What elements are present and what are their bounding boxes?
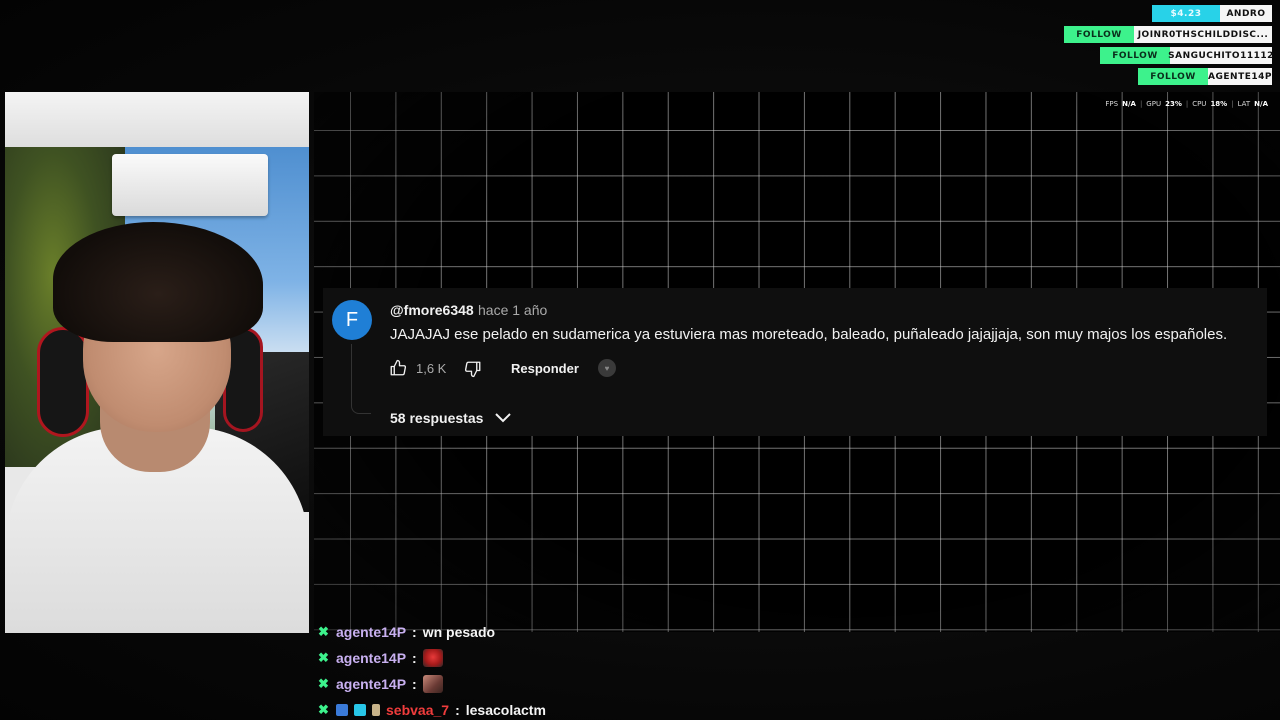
chat-message: ✖ sebvaa_7 : lesacolactm <box>318 700 546 720</box>
kick-badge-icon: ✖ <box>318 702 329 717</box>
commenter-avatar[interactable]: F <box>332 300 372 340</box>
like-count: 1,6 K <box>416 361 447 376</box>
follow-label: FOLLOW <box>1100 47 1170 64</box>
creator-heart-icon: ♥ <box>598 359 616 377</box>
chat-username[interactable]: agente14P <box>336 624 406 640</box>
chat-username[interactable]: agente14P <box>336 676 406 692</box>
cpu-value: 18% <box>1210 100 1228 108</box>
stats-separator: | <box>1139 100 1143 108</box>
lat-label: LAT <box>1237 100 1251 108</box>
follow-alert: FOLLOW AGENTE14P <box>1138 68 1272 85</box>
webcam-person-hair <box>53 222 263 342</box>
chat-separator: : <box>455 702 460 718</box>
follow-user: AGENTE14P <box>1208 68 1272 85</box>
donation-amount: $4.23 <box>1152 5 1220 22</box>
chat-message: ✖ agente14P : wn pesado <box>318 624 495 642</box>
webcam-feed <box>5 92 309 633</box>
gpu-value: 23% <box>1165 100 1182 108</box>
kick-badge-icon: ✖ <box>318 676 329 691</box>
chat-text: wn pesado <box>422 624 496 640</box>
comment-time[interactable]: hace 1 año <box>478 302 547 318</box>
follow-user: JOINR0THSCHILDDISC... <box>1134 26 1272 43</box>
chat-message: ✖ agente14P : <box>318 648 443 668</box>
cpu-label: CPU <box>1192 100 1207 108</box>
chat-separator: : <box>412 650 417 666</box>
chat-username[interactable]: sebvaa_7 <box>386 702 449 718</box>
kick-badge-icon: ✖ <box>318 650 329 665</box>
chat-text: lesacolactm <box>465 702 546 718</box>
performance-stats: FPS N/A | GPU 23% | CPU 18% | LAT N/A <box>1105 100 1268 108</box>
webcam-ceiling <box>5 92 309 152</box>
chat-username[interactable]: agente14P <box>336 650 406 666</box>
stream-chat: ✖ agente14P : wn pesado ✖ agente14P : ✖ … <box>318 624 818 720</box>
youtube-comment: F @fmore6348 hace 1 año JAJAJAJ ese pela… <box>323 288 1267 436</box>
chevron-down-icon <box>495 413 512 423</box>
webcam-headphone-left <box>37 327 89 437</box>
donation-user: ANDRO <box>1220 5 1272 22</box>
stats-separator: | <box>1231 100 1234 108</box>
stats-separator: | <box>1185 100 1189 108</box>
alerts-overlay: $4.23 ANDRO FOLLOW JOINR0THSCHILDDISC...… <box>1052 5 1273 95</box>
chat-message: ✖ agente14P : <box>318 674 443 694</box>
replies-label: 58 respuestas <box>390 410 484 426</box>
fps-value: N/A <box>1122 100 1136 108</box>
kick-badge-icon: ✖ <box>318 624 329 639</box>
comment-text: JAJAJAJ ese pelado en sudamerica ya estu… <box>390 326 1228 343</box>
commenter-handle[interactable]: @fmore6348 <box>390 302 474 318</box>
follow-label: FOLLOW <box>1138 68 1208 85</box>
chat-separator: : <box>412 676 417 692</box>
emote-image <box>422 675 443 693</box>
cup-badge-icon <box>372 704 380 716</box>
webcam-air-conditioner <box>112 154 268 216</box>
emote-image <box>422 649 443 667</box>
view-replies-button[interactable]: 58 respuestas <box>390 410 512 426</box>
thread-line <box>351 344 371 414</box>
chat-separator: : <box>412 624 417 640</box>
follow-label: FOLLOW <box>1064 26 1134 43</box>
follow-alert: FOLLOW SANGUCHITO11112 <box>1100 47 1273 64</box>
gpu-label: GPU <box>1146 100 1162 108</box>
follow-alert: FOLLOW JOINR0THSCHILDDISC... <box>1064 26 1272 43</box>
gift-badge-icon <box>354 704 366 716</box>
thumbs-down-icon[interactable] <box>464 360 482 378</box>
lat-value: N/A <box>1254 100 1268 108</box>
donation-alert: $4.23 ANDRO <box>1152 5 1272 22</box>
follow-user: SANGUCHITO11112 <box>1168 47 1273 64</box>
fps-label: FPS <box>1105 100 1119 108</box>
reply-button[interactable]: Responder <box>511 361 579 376</box>
thumbs-up-icon[interactable] <box>389 359 407 377</box>
subscriber-badge-icon <box>336 704 348 716</box>
